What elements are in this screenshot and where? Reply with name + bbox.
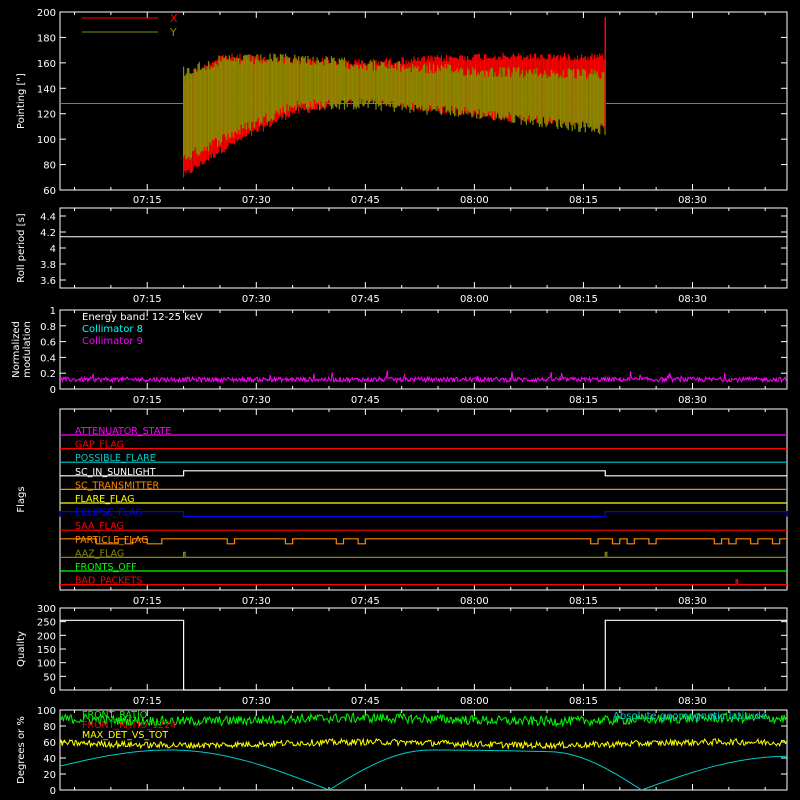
flags-ylabel: Flags — [16, 486, 27, 512]
modulation-y-label: 0.4 — [40, 353, 56, 364]
flags-time-label: 08:00 — [460, 596, 489, 607]
pointing-time-label: 07:30 — [242, 195, 271, 206]
chart-stage: 07:15 07:30 07:45 08:00 08:15 08:306080100120… — [11, 8, 788, 797]
quality-y-label: 100 — [37, 659, 56, 670]
roll-time-label: 07:30 — [242, 294, 271, 305]
geo-y-label: 0 — [50, 786, 56, 797]
roll-time-label: 08:15 — [569, 294, 598, 305]
geo-y-label: 100 — [37, 706, 56, 717]
quality-time-label: 08:15 — [569, 696, 598, 707]
flag-trace — [60, 579, 787, 586]
geo-y-label: 20 — [43, 770, 56, 781]
roll-y-label: 4.2 — [40, 228, 56, 239]
quality-y-label: 0 — [50, 686, 56, 697]
pointing-legend-label: Y — [169, 26, 177, 39]
pointing-y-label: 200 — [37, 8, 56, 19]
geo-y-label: 60 — [43, 738, 56, 749]
modulation-y-label: 0.8 — [40, 322, 56, 333]
quality-time-label: 07:15 — [133, 696, 162, 707]
geo-y-label: 80 — [43, 722, 56, 733]
modulation-y-label: 0.2 — [40, 369, 56, 380]
modulation-legend-label: Collimator 8 — [82, 324, 143, 335]
geo-legend-label: Absolute geomagnetic latitude — [613, 711, 767, 722]
flag-trace — [59, 511, 788, 518]
flags-time-label: 07:45 — [351, 596, 380, 607]
quality-time-label: 07:45 — [351, 696, 380, 707]
pointing-panel: 07:15 07:30 07:45 08:00 08:15 08:30 60 80 100 120… — [16, 8, 788, 206]
pointing-y-label: 120 — [37, 110, 56, 121]
geo-ylabel: Degrees or % — [16, 716, 27, 784]
pointing-y-label: 140 — [37, 84, 56, 95]
flags-time-label: 07:15 — [133, 596, 162, 607]
modulation-y-label: 0 — [50, 385, 56, 396]
pointing-y-label: 100 — [37, 135, 56, 146]
roll-ylabel: Roll period [s] — [16, 213, 27, 282]
flag-trace — [60, 470, 787, 477]
quality-y-label: 250 — [37, 618, 56, 629]
modulation-time-label: 07:15 — [133, 395, 162, 406]
modulation-time-label: 08:00 — [460, 395, 489, 406]
roll-panel: 07:15 07:30 07:45 08:00 08:15 08:30 3.6 3.8 4 4.2… — [16, 207, 788, 305]
quality-y-label: 50 — [43, 672, 56, 683]
roll-time-label: 08:30 — [678, 294, 707, 305]
flag-label: ECLIPSE_FLAG — [75, 508, 143, 519]
modulation-time-label: 08:15 — [569, 395, 598, 406]
quality-y-label: 200 — [37, 631, 56, 642]
geo-y-label: 40 — [43, 754, 56, 765]
pointing-time-label: 07:45 — [351, 195, 380, 206]
pointing-time-label: 08:00 — [460, 195, 489, 206]
quality-y-label: 300 — [37, 604, 56, 615]
quality-ylabel: Quality — [16, 631, 27, 667]
quality-time-label: 08:00 — [460, 696, 489, 707]
quality-panel: 07:15 07:30 07:45 08:00 08:15 08:30 0 50 100 150 2… — [16, 604, 788, 707]
modulation-time-label: 07:45 — [351, 395, 380, 406]
roll-time-label: 07:15 — [133, 294, 162, 305]
pointing-plot — [60, 17, 787, 178]
geo-legend-label: MAX_DET_VS_TOT — [82, 730, 168, 741]
modulation-y-label: 1 — [50, 306, 56, 317]
modulation-ylabel-word: Normalized — [11, 321, 22, 378]
roll-time-label: 07:45 — [351, 294, 380, 305]
modulation-series-collimator9 — [59, 370, 787, 384]
geo-panel: 020406080100Degrees or %FRONT_RATIOFRONT… — [16, 706, 788, 797]
pointing-ylabel: Pointing ["] — [16, 73, 27, 129]
modulation-time-label: 07:30 — [242, 395, 271, 406]
quality-series-line — [60, 619, 787, 691]
flag-trace — [60, 551, 787, 558]
quality-y-label: 150 — [37, 645, 56, 656]
modulation-y-label: 0.6 — [40, 338, 56, 349]
roll-time-label: 08:00 — [460, 294, 489, 305]
pointing-y-label: 80 — [43, 161, 56, 172]
modulation-ylabel: Normalizedmodulation — [11, 321, 33, 378]
roll-y-label: 3.6 — [40, 276, 56, 287]
quality-time-label: 07:30 — [242, 696, 271, 707]
pointing-time-label: 08:15 — [569, 195, 598, 206]
modulation-legend-label: Collimator 9 — [82, 336, 143, 347]
modulation-legend-label: Energy band: 12-25 keV — [82, 312, 203, 323]
flags-time-label: 07:30 — [242, 596, 271, 607]
flags-time-label: 08:30 — [678, 596, 707, 607]
modulation-time-label: 08:30 — [678, 395, 707, 406]
flag-trace — [60, 538, 787, 545]
roll-y-label: 4 — [50, 244, 56, 255]
pointing-y-label: 160 — [37, 59, 56, 70]
pointing-y-label: 180 — [37, 33, 56, 44]
geo-series-1 — [60, 737, 787, 750]
modulation-ylabel-word: modulation — [22, 321, 33, 378]
pointing-time-label: 08:30 — [678, 195, 707, 206]
modulation-panel: 07:15 07:30 07:45 08:00 08:15 08:30 0 0.2 0.4 0.6… — [11, 306, 788, 406]
flags-time-label: 08:15 — [569, 596, 598, 607]
pointing-time-label: 07:15 — [133, 195, 162, 206]
pointing-legend-label: X — [170, 12, 178, 25]
roll-frame — [59, 207, 788, 289]
pointing-y-label: 60 — [43, 186, 56, 197]
flags-panel: 07:15 07:30 07:45 08:00 08:15 08:30FlagsATTEN… — [16, 408, 788, 607]
geo-series-latitude — [60, 749, 787, 790]
roll-y-label: 3.8 — [40, 260, 56, 271]
roll-y-label: 4.4 — [40, 212, 56, 223]
quality-time-label: 08:30 — [678, 696, 707, 707]
